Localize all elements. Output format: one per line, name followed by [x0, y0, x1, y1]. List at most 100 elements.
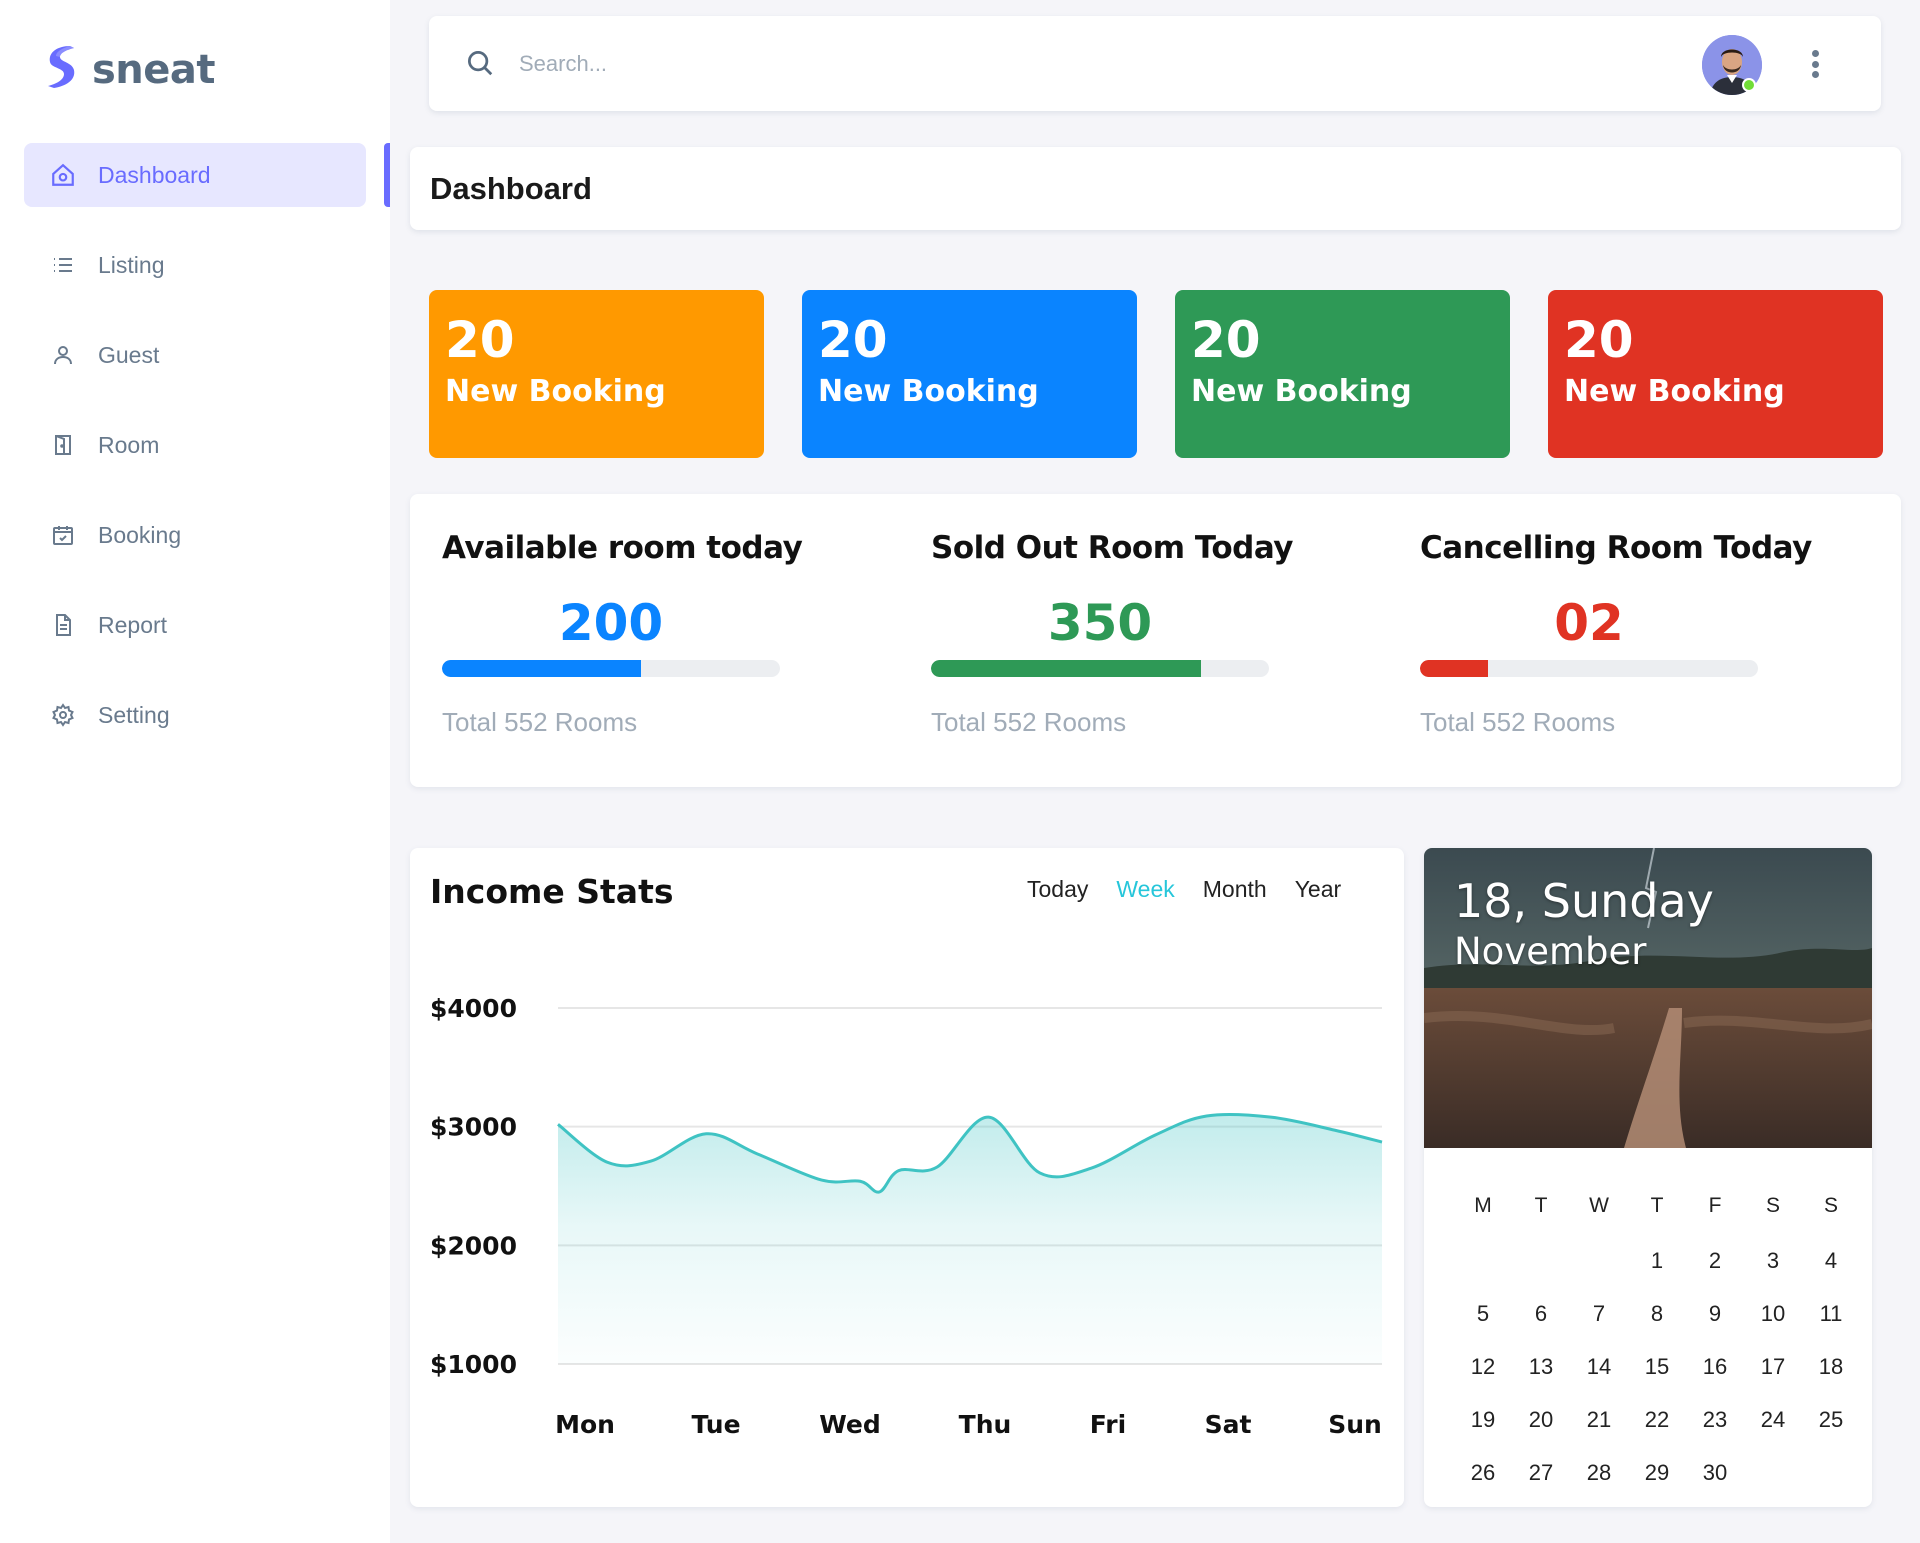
calendar-day[interactable]: 23	[1686, 1393, 1744, 1446]
stat-label: New Booking	[818, 374, 1039, 409]
x-tick-label: Wed	[819, 1410, 881, 1439]
available-rooms-panel: Available room today 200 Total 552 Rooms	[442, 530, 862, 738]
room-panel-total: Total 552 Rooms	[442, 707, 638, 737]
calendar-day[interactable]: 18	[1802, 1340, 1860, 1393]
room-panel-total: Total 552 Rooms	[931, 707, 1127, 737]
calendar-day[interactable]: 16	[1686, 1340, 1744, 1393]
income-period-tabs: Today Week Month Year	[1027, 876, 1341, 903]
calendar-weekday: M	[1474, 1194, 1492, 1217]
calendar-day[interactable]: 17	[1744, 1340, 1802, 1393]
sidebar-item-setting[interactable]: Setting	[24, 683, 366, 747]
stat-value: 20	[445, 311, 515, 369]
calendar-day[interactable]: 15	[1628, 1340, 1686, 1393]
door-icon	[48, 430, 78, 460]
calendar-day[interactable]: 4	[1802, 1234, 1860, 1287]
calendar-day[interactable]: 20	[1512, 1393, 1570, 1446]
tab-week[interactable]: Week	[1116, 876, 1174, 903]
stat-card-booking-blue[interactable]: 20 New Booking	[802, 290, 1137, 458]
stat-card-booking-orange[interactable]: 20 New Booking	[429, 290, 764, 458]
sidebar-nav: Dashboard Listing Guest Room Booking Rep…	[24, 143, 366, 773]
tab-month[interactable]: Month	[1203, 876, 1267, 903]
tab-today[interactable]: Today	[1027, 876, 1088, 903]
sidebar-item-listing[interactable]: Listing	[24, 233, 366, 297]
sidebar-item-room[interactable]: Room	[24, 413, 366, 477]
calendar-day[interactable]: 24	[1744, 1393, 1802, 1446]
sneat-logo-icon	[44, 44, 78, 95]
room-panel-title: Cancelling Room Today	[1420, 530, 1812, 566]
calendar-day[interactable]: 6	[1512, 1287, 1570, 1340]
room-panel-title: Sold Out Room Today	[931, 530, 1294, 566]
sidebar-item-label: Guest	[98, 341, 160, 368]
calendar-day[interactable]: 10	[1744, 1287, 1802, 1340]
calendar-weekday: T	[1650, 1194, 1664, 1217]
calendar-weekday: W	[1589, 1194, 1609, 1217]
brand-name: sneat	[92, 46, 216, 93]
calendar-day[interactable]: 11	[1802, 1287, 1860, 1340]
calendar-day[interactable]: 7	[1570, 1287, 1628, 1340]
tab-year[interactable]: Year	[1295, 876, 1341, 903]
sidebar-item-label: Room	[98, 431, 160, 458]
calendar-day[interactable]: 27	[1512, 1446, 1570, 1499]
room-panel-value: 02	[1554, 594, 1624, 652]
calendar-day[interactable]: 28	[1570, 1446, 1628, 1499]
stat-card-booking-green[interactable]: 20 New Booking	[1175, 290, 1510, 458]
top-navbar	[429, 16, 1881, 111]
room-progress-fill	[931, 660, 1202, 677]
calendar-day[interactable]: 26	[1454, 1446, 1512, 1499]
income-stats-card: Income Stats Today Week Month Year $4000…	[410, 848, 1404, 1507]
stat-label: New Booking	[1191, 374, 1412, 409]
calendar-empty-cell	[1454, 1234, 1512, 1287]
sidebar-item-dashboard[interactable]: Dashboard	[24, 143, 366, 207]
sidebar-item-label: Setting	[98, 701, 170, 728]
y-tick-label: $1000	[430, 1350, 517, 1379]
calendar-card: 18, Sunday November M T W T F S S 1 2 3 4 5 6 7 8 9 10 11…	[1424, 848, 1872, 1507]
calendar-day[interactable]: 1	[1628, 1234, 1686, 1287]
calendar-day[interactable]: 9	[1686, 1287, 1744, 1340]
stat-label: New Booking	[1564, 374, 1785, 409]
x-tick-label: Mon	[555, 1410, 615, 1439]
sidebar-item-label: Report	[98, 611, 168, 638]
room-panel-total: Total 552 Rooms	[1420, 707, 1616, 737]
calendar-day[interactable]: 3	[1744, 1234, 1802, 1287]
sidebar-item-booking[interactable]: Booking	[24, 503, 366, 567]
list-icon	[48, 250, 78, 280]
calendar-check-icon	[48, 520, 78, 550]
calendar-day[interactable]: 13	[1512, 1340, 1570, 1393]
calendar-month: November	[1454, 930, 1647, 973]
sold-out-rooms-panel: Sold Out Room Today 350 Total 552 Rooms	[931, 530, 1351, 738]
online-status-dot	[1742, 78, 1756, 92]
sidebar-item-guest[interactable]: Guest	[24, 323, 366, 387]
sidebar-item-label: Booking	[98, 521, 182, 548]
room-progress-fill	[442, 660, 642, 677]
calendar-day[interactable]: 14	[1570, 1340, 1628, 1393]
y-tick-label: $3000	[430, 1113, 517, 1142]
calendar-day[interactable]: 5	[1454, 1287, 1512, 1340]
room-progress-fill	[1420, 660, 1488, 677]
calendar-day[interactable]: 30	[1686, 1446, 1744, 1499]
calendar-day[interactable]: 19	[1454, 1393, 1512, 1446]
calendar-day[interactable]: 8	[1628, 1287, 1686, 1340]
sidebar: sneat Dashboard Listing Guest Room Booki…	[0, 0, 390, 1543]
search-icon[interactable]	[465, 48, 495, 83]
more-options-icon[interactable]	[1803, 46, 1827, 82]
file-icon	[48, 610, 78, 640]
sidebar-item-report[interactable]: Report	[24, 593, 366, 657]
calendar-empty-cell	[1512, 1234, 1570, 1287]
calendar-day[interactable]: 25	[1802, 1393, 1860, 1446]
calendar-day[interactable]: 12	[1454, 1340, 1512, 1393]
income-title: Income Stats	[430, 872, 674, 911]
brand-logo[interactable]: sneat	[44, 44, 216, 95]
search-input[interactable]	[519, 42, 1419, 86]
income-area-chart: $4000 $3000 $2000 $1000 Mon Tue Wed Thu Fri Sat S…	[430, 994, 1383, 1439]
page-title: Dashboard	[430, 171, 592, 206]
cancelling-rooms-panel: Cancelling Room Today 02 Total 552 Rooms	[1420, 530, 1840, 738]
calendar-weekday: S	[1765, 1194, 1780, 1217]
x-tick-label: Sat	[1205, 1410, 1252, 1439]
calendar-day[interactable]: 2	[1686, 1234, 1744, 1287]
calendar-date-line: 18, Sunday	[1454, 874, 1714, 928]
calendar-day[interactable]: 22	[1628, 1393, 1686, 1446]
sidebar-item-label: Dashboard	[98, 161, 211, 188]
stat-card-booking-red[interactable]: 20 New Booking	[1548, 290, 1883, 458]
calendar-day[interactable]: 21	[1570, 1393, 1628, 1446]
calendar-day[interactable]: 29	[1628, 1446, 1686, 1499]
